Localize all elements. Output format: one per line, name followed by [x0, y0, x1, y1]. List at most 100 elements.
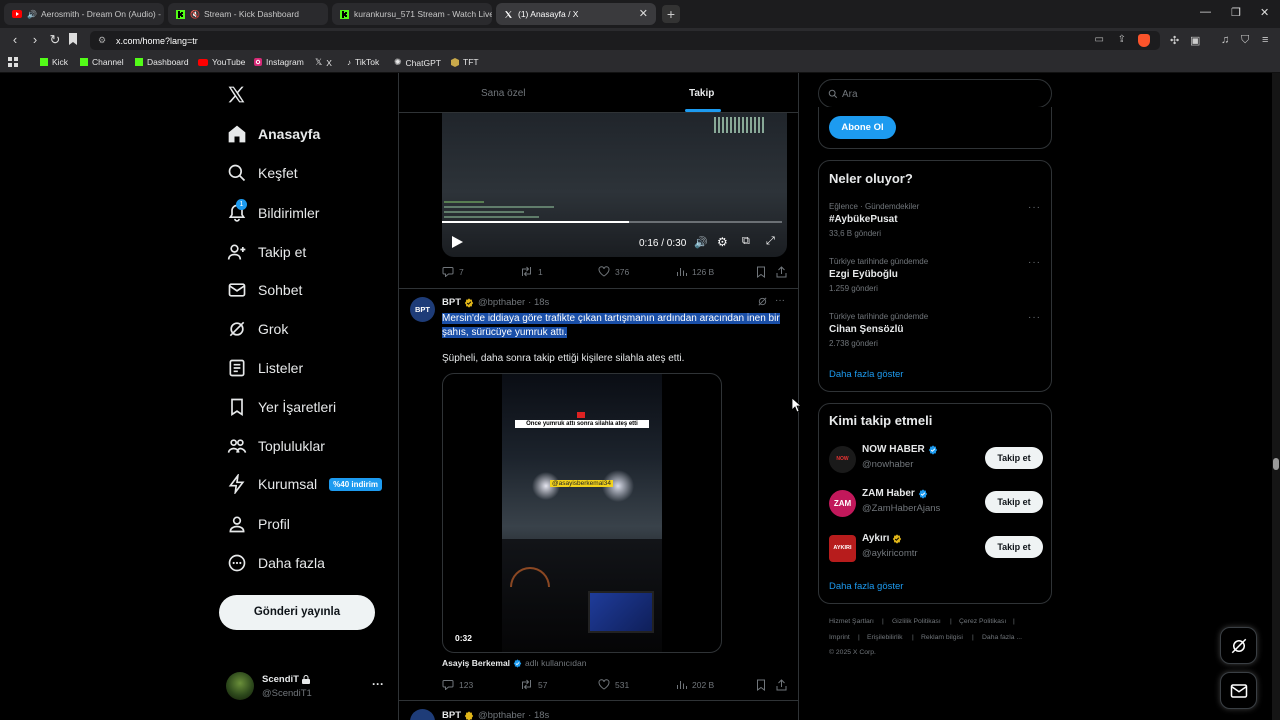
footer-link-ads[interactable]: Reklam bilgisi	[921, 634, 963, 641]
sidebar-item-more[interactable]: Daha fazla	[227, 551, 325, 575]
like-button[interactable]: 376	[598, 266, 629, 277]
tweet-more-icon[interactable]: ···	[775, 295, 785, 306]
account-switcher[interactable]: ScendiT @ScendiT1 ···	[226, 672, 386, 702]
tab-kick-dashboard[interactable]: 🔇 Stream - Kick Dashboard	[168, 3, 328, 25]
who-to-follow-item[interactable]: AYKIRI Aykırı @aykiricomtr Takip et	[829, 533, 1043, 567]
subscribe-button[interactable]: Abone Ol	[829, 116, 896, 139]
sidebar-item-notifications[interactable]: 1 Bildirimler	[227, 199, 319, 225]
fullscreen-icon[interactable]: ⤢	[766, 235, 775, 248]
sidebar-icon[interactable]: ▣	[1190, 34, 1200, 47]
extensions-icon[interactable]: ✣	[1170, 34, 1179, 47]
share-button[interactable]	[776, 266, 792, 278]
footer-link-accessibility[interactable]: Erişilebilirlik	[867, 634, 903, 641]
bookmark-chatgpt[interactable]: ✺ ChatGPT	[394, 57, 441, 68]
sidebar-item-communities[interactable]: Topluluklar	[227, 434, 325, 458]
sidebar-item-grok[interactable]: Grok	[227, 317, 288, 341]
post-button[interactable]: Gönderi yayınla	[219, 595, 375, 630]
bookmark-tiktok[interactable]: ♪ TikTok	[347, 57, 379, 67]
search-input[interactable]: Ara	[818, 79, 1052, 108]
reply-button[interactable]: 7	[442, 266, 464, 277]
address-bar[interactable]: ⚙ x.com/home?lang=tr ▭ ⇪	[90, 31, 1160, 50]
views-button[interactable]: 202 B	[676, 679, 714, 690]
who-to-follow-item[interactable]: ZAM ZAM Haber @ZamHaberAjans Takip et	[829, 488, 1043, 522]
pip-icon[interactable]: ⧉	[742, 235, 750, 248]
reply-button[interactable]: 123	[442, 679, 473, 690]
sidebar-item-lists[interactable]: Listeler	[227, 356, 303, 380]
tweet3-time[interactable]: · 18s	[528, 710, 549, 720]
sidebar-item-follow[interactable]: Takip et	[227, 240, 306, 264]
close-tab-icon[interactable]: ✕	[639, 7, 648, 20]
back-icon[interactable]: ‹	[8, 33, 22, 47]
trend-more-icon[interactable]: ···	[1028, 202, 1041, 213]
repost-button[interactable]: 1	[520, 266, 543, 277]
minimize-icon[interactable]: —	[1200, 6, 1211, 18]
who-to-follow-item[interactable]: NOW HABER NOW HABER @nowhaber Takip et	[829, 444, 1043, 478]
follow-button[interactable]: Takip et	[985, 536, 1043, 558]
grok-floating-button[interactable]	[1220, 627, 1257, 664]
bookmark-tft[interactable]: TFT	[451, 57, 479, 67]
close-window-icon[interactable]: ✕	[1260, 6, 1269, 19]
bookmark-channel[interactable]: Channel	[80, 57, 124, 67]
bookmark-dashboard[interactable]: Dashboard	[135, 57, 189, 67]
trend-item[interactable]: Eğlence · Gündemdekiler #AybükePusat 33,…	[829, 202, 1043, 238]
sidebar-item-business[interactable]: Kurumsal %40 indirim	[227, 472, 383, 496]
maximize-icon[interactable]: ❐	[1231, 6, 1241, 19]
tab-x-home[interactable]: (1) Anasayfa / X ✕	[496, 3, 656, 25]
tweet3-handle[interactable]: @bpthaber	[478, 710, 525, 720]
grok-explain-icon[interactable]	[757, 296, 768, 307]
page-scrollbar[interactable]	[1272, 73, 1280, 720]
who-show-more-link[interactable]: Daha fazla göster	[829, 581, 903, 592]
trend-item[interactable]: Türkiye tarihinde gündemde Ezgi Eyüboğlu…	[829, 257, 1043, 293]
volume-icon[interactable]: 🔊	[694, 236, 708, 249]
music-icon[interactable]: ♫	[1221, 34, 1229, 46]
tweet3-avatar[interactable]	[410, 709, 435, 720]
tweet1-video[interactable]: 0:16 / 0:30 🔊 ⚙ ⧉ ⤢	[442, 113, 787, 257]
sidebar-item-bookmarks[interactable]: Yer İşaretleri	[227, 395, 336, 419]
brave-shield-icon[interactable]	[1138, 34, 1150, 47]
trends-show-more-link[interactable]: Daha fazla göster	[829, 369, 903, 380]
footer-link-more[interactable]: Daha fazla ...	[982, 634, 1022, 641]
footer-link-imprint[interactable]: Imprint	[829, 634, 850, 641]
sidebar-item-explore[interactable]: Keşfet	[227, 161, 298, 185]
reload-icon[interactable]: ↻	[48, 33, 62, 47]
menu-icon[interactable]: ≡	[1262, 34, 1268, 46]
repost-button[interactable]: 57	[520, 679, 547, 690]
tweet3-author-name[interactable]: BPT	[442, 710, 461, 720]
like-button[interactable]: 531	[598, 679, 629, 690]
bookmark-kick[interactable]: Kick	[40, 57, 68, 67]
tweet2-time[interactable]: · 18s	[528, 297, 549, 308]
tab-following[interactable]: Takip	[689, 88, 714, 99]
sidebar-item-profile[interactable]: Profil	[227, 512, 290, 536]
trend-more-icon[interactable]: ···	[1028, 312, 1041, 323]
attribution-name[interactable]: Asayiş Berkemal	[442, 658, 510, 668]
sidebar-item-home[interactable]: Anasayfa	[227, 122, 320, 146]
tab-kurankursu[interactable]: kurankursu_571 Stream - Watch Live	[332, 3, 492, 25]
new-tab-button[interactable]: +	[662, 5, 680, 23]
share-icon[interactable]: ⇪	[1118, 34, 1126, 45]
cast-icon[interactable]: ▭	[1095, 34, 1104, 45]
bookmark-button[interactable]	[756, 679, 771, 691]
footer-link-cookies[interactable]: Çerez Politikası	[959, 618, 1006, 625]
trend-more-icon[interactable]: ···	[1028, 257, 1041, 268]
footer-link-terms[interactable]: Hizmet Şartları	[829, 618, 874, 625]
footer-link-privacy[interactable]: Gizlilik Politikası	[892, 618, 941, 625]
scrollbar-thumb[interactable]	[1273, 458, 1279, 470]
apps-grid-icon[interactable]	[8, 57, 18, 67]
tab-aerosmith[interactable]: 🔊 Aerosmith - Dream On (Audio) -	[4, 3, 164, 25]
x-logo-icon[interactable]	[227, 85, 246, 104]
follow-button[interactable]: Takip et	[985, 447, 1043, 469]
trend-item[interactable]: Türkiye tarihinde gündemde Cihan Şensözl…	[829, 312, 1043, 348]
account-more-icon[interactable]: ···	[372, 677, 384, 691]
play-icon[interactable]	[452, 236, 463, 248]
bookmark-button[interactable]	[756, 266, 771, 278]
bookmark-page-icon[interactable]	[68, 33, 82, 47]
bookmark-x[interactable]: 𝕏X	[315, 57, 332, 68]
tweet2-video[interactable]: Önce yumruk attı sonra silahla ateş etti…	[442, 373, 722, 653]
tab-for-you[interactable]: Sana özel	[481, 88, 525, 99]
tweet2-avatar[interactable]: BPT	[410, 297, 435, 322]
settings-icon[interactable]: ⚙	[717, 235, 728, 249]
views-button[interactable]: 126 B	[676, 266, 714, 277]
follow-button[interactable]: Takip et	[985, 491, 1043, 513]
site-settings-icon[interactable]: ⚙	[98, 35, 106, 46]
share-button[interactable]	[776, 679, 792, 691]
